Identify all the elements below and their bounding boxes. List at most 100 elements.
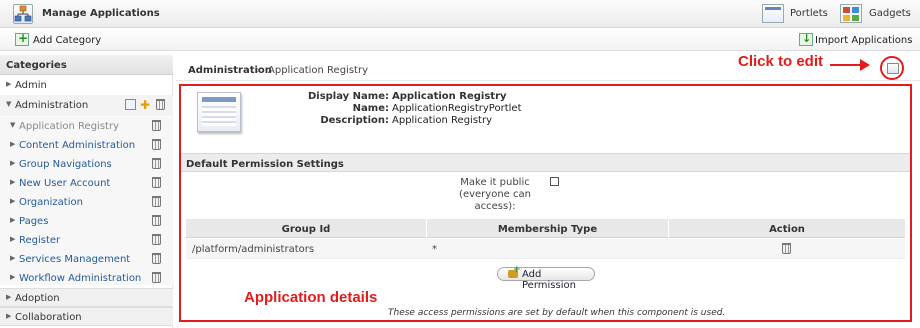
- delete-icon[interactable]: [152, 253, 161, 264]
- delete-icon[interactable]: [152, 196, 161, 207]
- category-label: Adoption: [15, 293, 60, 304]
- chevron-right-icon: ▶: [10, 273, 16, 281]
- chevron-down-icon: ▼: [10, 121, 16, 129]
- chevron-right-icon: ▶: [10, 178, 16, 186]
- add-category-icon[interactable]: [15, 31, 29, 46]
- app-item-group-navigations[interactable]: ▶ Group Navigations: [0, 155, 173, 174]
- display-name-value: Application Registry: [392, 91, 507, 102]
- chevron-right-icon: ▶: [10, 216, 16, 224]
- toolbar: Add Category Import Applications: [0, 29, 920, 51]
- chevron-right-icon: ▶: [10, 159, 16, 167]
- gadgets-icon[interactable]: [840, 4, 862, 23]
- group-id-cell: /platform/administrators: [192, 244, 315, 255]
- chevron-right-icon: ▶: [10, 235, 16, 243]
- description-value: Application Registry: [392, 115, 492, 126]
- application-thumbnail: [197, 92, 241, 132]
- edit-application-button[interactable]: [880, 56, 904, 80]
- add-category-button[interactable]: Add Category: [33, 35, 101, 46]
- chevron-down-icon: ▼: [6, 100, 12, 108]
- app-item-label: Pages: [19, 216, 49, 227]
- delete-icon[interactable]: [152, 120, 161, 131]
- breadcrumb-separator: ›: [256, 65, 260, 76]
- app-item-label: Organization: [19, 197, 83, 208]
- table-row: /platform/administrators *: [186, 239, 905, 259]
- category-collaboration[interactable]: ▶ Collaboration: [0, 307, 173, 326]
- click-to-edit-annotation: Click to edit: [738, 53, 824, 70]
- import-icon[interactable]: [799, 32, 813, 46]
- delete-icon[interactable]: [152, 139, 161, 150]
- categories-header: Categories: [0, 55, 173, 75]
- app-item-label: New User Account: [19, 178, 111, 189]
- chevron-right-icon: ▶: [6, 312, 12, 320]
- chevron-right-icon: ▶: [10, 197, 16, 205]
- app-item-content-administration[interactable]: ▶ Content Administration: [0, 136, 173, 155]
- app-item-organization[interactable]: ▶ Organization: [0, 193, 173, 212]
- app-item-label: Application Registry: [19, 121, 119, 132]
- portlets-tab[interactable]: Portlets: [790, 8, 828, 19]
- import-applications-button[interactable]: Import Applications: [815, 35, 912, 46]
- category-admin[interactable]: ▶ Admin: [0, 76, 173, 95]
- col-action: Action: [769, 224, 805, 235]
- app-item-label: Workflow Administration: [19, 273, 142, 284]
- permission-settings-header: Default Permission Settings: [181, 153, 910, 172]
- category-label: Collaboration: [15, 312, 82, 323]
- portlets-icon[interactable]: [762, 4, 784, 23]
- delete-permission-icon[interactable]: [782, 243, 791, 254]
- col-group-id: Group Id: [281, 224, 331, 235]
- app-item-label: Content Administration: [19, 140, 136, 151]
- delete-category-icon[interactable]: [156, 99, 165, 110]
- page-title: Manage Applications: [42, 8, 160, 19]
- app-item-application-registry[interactable]: ▼ Application Registry: [0, 117, 173, 136]
- chevron-right-icon: ▶: [10, 254, 16, 262]
- name-value: ApplicationRegistryPortlet: [392, 103, 522, 114]
- category-adoption[interactable]: ▶ Adoption: [0, 288, 173, 307]
- administration-applications: ▼ Application Registry ▶ Content Adminis…: [0, 117, 173, 285]
- add-application-icon[interactable]: ✚: [140, 98, 150, 112]
- manage-applications-icon: [13, 4, 33, 24]
- delete-icon[interactable]: [152, 234, 161, 245]
- category-label: Admin: [15, 80, 47, 91]
- categories-title: Categories: [6, 60, 67, 71]
- permissions-footnote: These access permissions are set by defa…: [388, 308, 726, 318]
- chevron-right-icon: ▶: [6, 80, 12, 88]
- membership-type-cell: *: [432, 244, 437, 255]
- edit-icon: [887, 63, 899, 74]
- annotation-arrow: [830, 64, 864, 66]
- description-label: Description:: [320, 115, 389, 126]
- app-item-pages[interactable]: ▶ Pages: [0, 212, 173, 231]
- add-permission-label: Add Permission: [522, 269, 576, 291]
- title-bar: Manage Applications Portlets Gadgets: [0, 0, 920, 28]
- categories-sidebar: Categories ▶ Admin ▼ Administration ✚ ▼ …: [0, 55, 173, 328]
- delete-icon[interactable]: [152, 158, 161, 169]
- name-row: Name:: [281, 103, 389, 115]
- application-details-annotation: Application details: [244, 289, 378, 306]
- permissions-table-header: Group Id Membership Type Action: [186, 219, 905, 238]
- make-public-label: Make it public (everyone can access):: [459, 177, 531, 212]
- chevron-right-icon: ▶: [6, 293, 12, 301]
- permission-settings-title: Default Permission Settings: [186, 159, 344, 170]
- category-administration[interactable]: ▼ Administration ✚: [0, 95, 173, 116]
- app-item-workflow-administration[interactable]: ▶ Workflow Administration: [0, 269, 173, 288]
- app-item-new-user-account[interactable]: ▶ New User Account: [0, 174, 173, 193]
- app-item-label: Services Management: [19, 254, 131, 265]
- add-permission-button[interactable]: Add Permission: [497, 265, 595, 291]
- delete-icon[interactable]: [152, 177, 161, 188]
- breadcrumb-current: Application Registry: [268, 65, 368, 76]
- add-permission-icon: [508, 265, 521, 278]
- name-label: Name:: [352, 103, 389, 114]
- description-row: Description:: [281, 115, 389, 127]
- chevron-right-icon: ▶: [10, 140, 16, 148]
- edit-category-icon[interactable]: [125, 99, 136, 110]
- app-item-services-management[interactable]: ▶ Services Management: [0, 250, 173, 269]
- category-label: Administration: [15, 100, 89, 111]
- annotation-arrow-head: [860, 59, 870, 71]
- gadgets-tab[interactable]: Gadgets: [869, 8, 911, 19]
- make-public-checkbox[interactable]: [550, 177, 559, 186]
- delete-icon[interactable]: [152, 272, 161, 283]
- app-item-register[interactable]: ▶ Register: [0, 231, 173, 250]
- application-details-panel: Display Name: Application Registry Name:…: [179, 84, 912, 322]
- col-membership-type: Membership Type: [497, 224, 598, 235]
- delete-icon[interactable]: [152, 215, 161, 226]
- app-item-label: Group Navigations: [19, 159, 112, 170]
- display-name-label: Display Name:: [307, 91, 389, 102]
